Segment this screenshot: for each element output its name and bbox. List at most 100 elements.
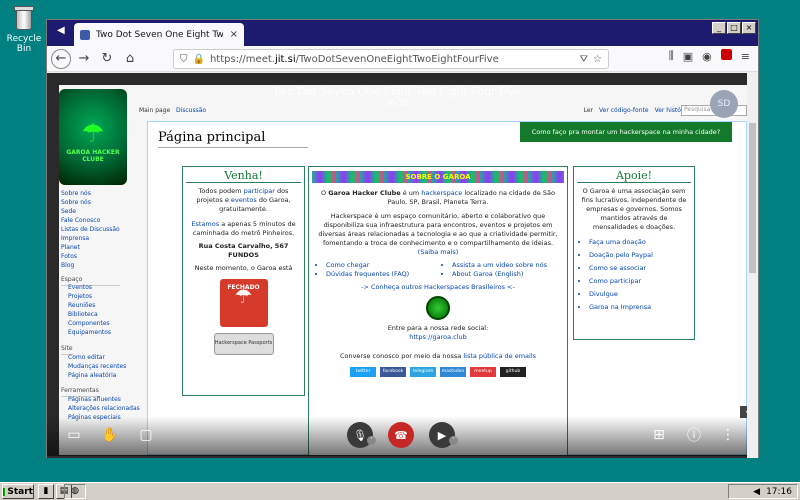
menu-icon[interactable]: ≡ [741,50,750,63]
sidebar-item[interactable]: Sobre nós [61,198,120,207]
wiki-view-tabs: Ler Ver código-fonte Ver histórico [584,107,692,114]
saiba-mais-link[interactable]: (Saiba mais) [418,248,459,256]
start-button[interactable]: Start [2,484,34,499]
sidebar-item[interactable]: Eventos [61,283,111,292]
twitter-button[interactable]: twitter [350,367,376,377]
garoa-club-link[interactable]: https://garoa.club [312,333,564,342]
hackerspace-link[interactable]: hackerspace [421,189,462,197]
back-button[interactable]: ← [51,48,71,69]
meetup-button[interactable]: meetup [470,367,496,377]
github-button[interactable]: github [500,367,526,377]
other-hackerspaces-link[interactable]: -> Conheça outros Hackerspaces Brasileir… [312,283,564,292]
shield-icon[interactable]: ⛉ [180,54,188,65]
home-button[interactable]: ⌂ [120,49,140,69]
sidebar-item[interactable]: Sede [61,207,120,216]
reload-button[interactable]: ↻ [97,49,117,69]
paypal-link[interactable]: Doação pelo Paypal [589,249,691,262]
facebook-button[interactable]: facebook [380,367,406,377]
faq-link[interactable]: Dúvidas frequentes (FAQ) [326,270,438,279]
sidebar-item[interactable]: Alterações relacionadas [61,404,140,413]
eventos-link[interactable]: eventos [231,196,257,204]
avatar[interactable]: SD [710,90,738,118]
sidebar-item[interactable]: Como editar [61,353,126,362]
sidebar-item[interactable]: Fale Conosco [61,216,120,225]
window-controls: _ □ × [712,22,756,34]
library-icon[interactable]: ⫼ [669,49,674,63]
extension-icon[interactable] [720,49,732,63]
wiki-tab-group: Main page Discussão [139,107,206,114]
sidebar-item[interactable]: Sobre nós [61,189,120,198]
imprensa-link[interactable]: Garoa na Imprensa [589,301,691,314]
tab-list-icon[interactable]: ◀ [57,25,65,36]
recycle-bin-label: Recycle Bin [6,34,42,54]
garoa-network-globe-icon[interactable] [426,296,450,320]
social-buttons: twitter facebook telegram mastodon meetu… [312,367,564,377]
page-title: Página principal [158,130,308,148]
pocket-icon[interactable]: ⛛ [580,54,588,65]
fechado-status-badge: FECHADO ☂ [219,279,268,327]
hackerspace-howto-button[interactable]: Como faço pra montar um hackerspace na m… [520,122,732,142]
page-scrollbar[interactable] [747,73,758,458]
sidebar-item[interactable]: Blog [61,261,120,270]
firefox-taskbar-icon[interactable]: ◍ [64,484,86,499]
video-link[interactable]: Assista a um vídeo sobre nós [452,261,564,270]
about-english-link[interactable]: About Garoa (English) [452,270,564,279]
url-text[interactable]: https://meet.jit.si/TwoDotSevenOneEightT… [210,54,575,65]
sidebar-item[interactable]: Páginas afluentes [61,395,140,404]
sidebar-item[interactable]: Reuniões [61,301,111,310]
tab-read[interactable]: Ler [584,107,593,114]
sidebar-item[interactable]: Planet [61,243,120,252]
forward-button[interactable]: → [74,49,94,69]
new-tab-button[interactable]: + [219,22,232,42]
recycle-bin-desktop-icon[interactable]: Recycle Bin [4,4,44,54]
sidebar-item[interactable]: Fotos [61,252,120,261]
audio-settings-chevron-icon[interactable]: ˅ [367,436,376,445]
estamos-link[interactable]: Estamos [191,220,219,228]
video-settings-chevron-icon[interactable]: ˅ [449,436,458,445]
tab-view-source[interactable]: Ver código-fonte [599,107,649,114]
participar-link[interactable]: participar [244,187,275,195]
apoie-links: Faça uma doação Doação pelo Paypal Como … [577,236,691,314]
screen-share-icon[interactable]: ▭ [63,424,85,446]
speaker-icon[interactable]: ◀ [753,487,760,497]
wiki-sidebar: ☂ GAROA HACKER CLUBE Sobre nós Sobre nós… [59,85,147,455]
mailing-list-text: Converse conosco por meio da nossa lista… [339,352,537,360]
umbrella-icon: ☂ [81,119,105,149]
tab-discussion[interactable]: Discussão [176,107,206,114]
sidebar-item[interactable]: Mudanças recentes [61,362,126,371]
sidebar-icon[interactable]: ▣ [683,50,693,63]
lock-icon[interactable]: 🔒 [193,54,205,65]
tile-view-icon[interactable]: ⊞ [648,424,670,446]
hackerspace-passports-badge[interactable]: Hackerspace Passports [213,333,274,355]
associar-link[interactable]: Como se associar [589,262,691,275]
mastodon-button[interactable]: mastodon [440,367,466,377]
description-text: Hackerspace é um espaço comunitário, abe… [318,212,558,256]
telegram-button[interactable]: telegram [410,367,436,377]
sidebar-item[interactable]: Página aleatória [61,371,126,380]
scrollbar-thumb[interactable] [749,123,756,273]
divulgue-link[interactable]: Divulgue [589,288,691,301]
more-options-icon[interactable]: ⋮ [717,424,739,446]
doacao-link[interactable]: Faça uma doação [589,236,691,249]
terminal-taskbar-icon[interactable]: ▮ [38,484,54,499]
bookmark-star-icon[interactable]: ☆ [593,54,602,65]
sidebar-item[interactable]: Imprensa [61,234,120,243]
tab-main-page[interactable]: Main page [139,107,170,114]
url-bar[interactable]: ⛉ 🔒 https://meet.jit.si/TwoDotSevenOneEi… [173,49,609,69]
close-window-button[interactable]: × [742,22,756,34]
sidebar-item[interactable]: Projetos [61,292,111,301]
sidebar-item[interactable]: Componentes [61,319,111,328]
minimize-button[interactable]: _ [712,22,726,34]
mailing-list-link[interactable]: lista pública de emails [463,352,536,360]
sidebar-item[interactable]: Equipamentos [61,328,111,337]
chat-icon[interactable]: ▢ [135,424,157,446]
sidebar-item[interactable]: Listas de Discussão [61,225,120,234]
como-chegar-link[interactable]: Como chegar [326,261,438,270]
hangup-button[interactable]: ☎ [388,422,414,448]
info-icon[interactable]: ⓘ [683,424,705,446]
raise-hand-icon[interactable]: ✋ [99,424,121,446]
participar-link[interactable]: Como participar [589,275,691,288]
account-icon[interactable]: ◉ [702,50,712,63]
sidebar-item[interactable]: Biblioteca [61,310,111,319]
maximize-button[interactable]: □ [727,22,741,34]
